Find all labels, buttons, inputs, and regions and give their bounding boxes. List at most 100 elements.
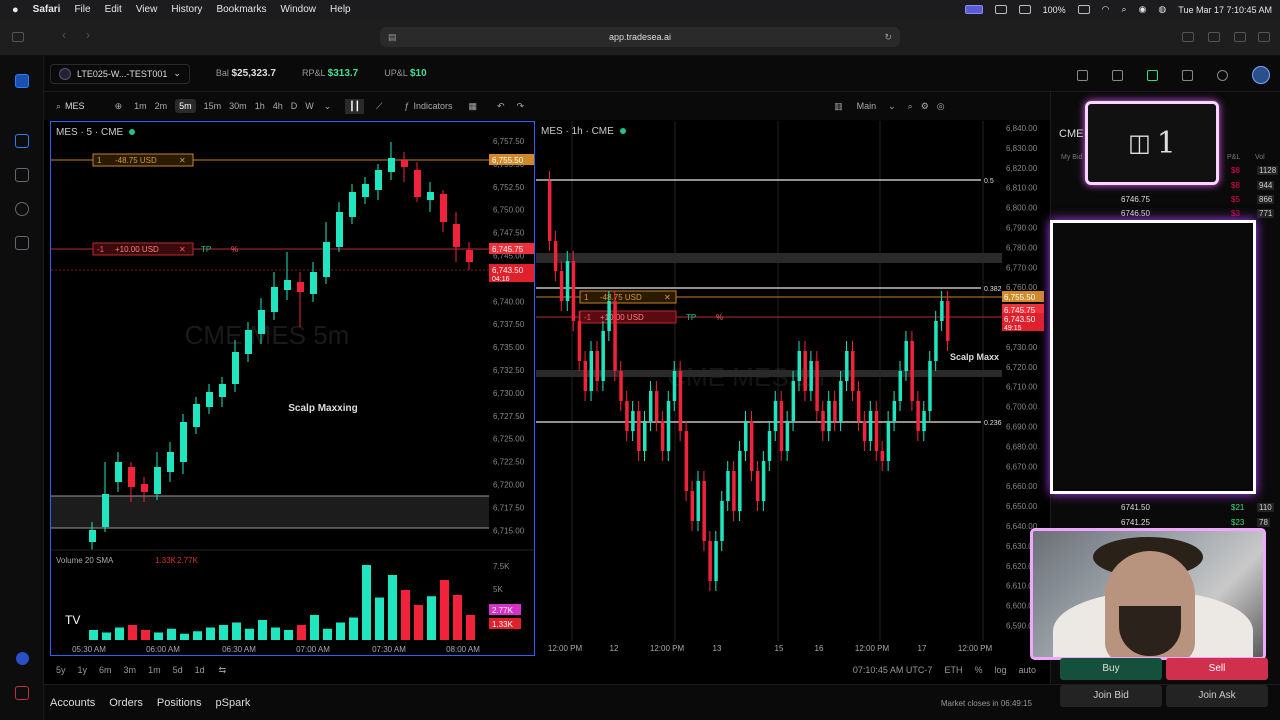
layout-selector[interactable]: Main [857,101,877,111]
tabs-icon[interactable] [1258,32,1270,42]
menu-history[interactable]: History [171,4,202,15]
chart-5m-canvas[interactable]: CME MES 5m 6,757.50 6,755.50 6,752.50 6,750.… [51,122,535,656]
interval-w[interactable]: W [305,101,314,111]
share-icon[interactable] [1182,32,1194,42]
drawing-icon[interactable] [15,168,29,182]
menu-bookmarks[interactable]: Bookmarks [216,4,266,15]
back-icon[interactable]: ‹ [62,28,74,42]
templates-icon[interactable]: ▦ [468,101,477,112]
indicators-button[interactable]: Indicators [413,101,452,111]
live-dot-icon [619,128,626,135]
menu-file[interactable]: File [74,4,90,15]
tab-overview-icon[interactable] [1234,32,1246,42]
session-toggle[interactable]: ETH [944,665,962,675]
play-icon[interactable] [1018,5,1031,14]
buy-button[interactable]: Buy [1060,658,1162,680]
range-1d[interactable]: 1d [195,665,205,675]
chart-settings-icon[interactable]: ⚙ [921,101,929,112]
tab-pspark[interactable]: pSpark [216,697,251,709]
menubar-clock[interactable]: Tue Mar 17 7:10:45 AM [1178,5,1272,15]
interval-1m[interactable]: 1m [134,101,147,111]
chart-1h[interactable]: CME MES 1h6,840.006,830.006,820.006,810.… [536,121,1046,656]
wifi-icon[interactable]: ◠ [1102,4,1110,15]
join-bid-button[interactable]: Join Bid [1060,685,1162,707]
range-6m[interactable]: 6m [99,665,112,675]
line-style-icon[interactable]: ⟋ [376,101,382,112]
sliders-icon[interactable] [1077,69,1088,81]
help-icon[interactable] [1217,69,1228,81]
account-selector[interactable]: LTE025-W...-TEST001 ⌄ [50,63,190,84]
range-3m[interactable]: 3m [124,665,137,675]
volume-bar [310,615,319,640]
interval-d[interactable]: D [291,101,298,111]
menu-app-name[interactable]: Safari [33,4,61,15]
interval-30m[interactable]: 30m [229,101,247,111]
user-avatar[interactable] [16,652,29,665]
siri-icon[interactable]: ◍ [1158,4,1166,15]
undo-icon[interactable]: ↶ [497,101,505,112]
control-center-icon[interactable]: ◉ [1139,4,1147,15]
interval-1h[interactable]: 1h [255,101,265,111]
screen-record-icon[interactable] [964,5,983,14]
redo-icon[interactable]: ↷ [517,101,525,112]
reader-icon[interactable]: ▤ [388,27,397,47]
tab-accounts[interactable]: Accounts [50,697,95,709]
interval-dropdown-icon[interactable]: ⌄ [324,101,332,112]
lock-icon[interactable] [1112,69,1123,81]
menu-window[interactable]: Window [280,4,316,15]
range-5d[interactable]: 5d [173,665,183,675]
camera-icon[interactable] [994,5,1007,14]
tab-orders[interactable]: Orders [109,697,143,709]
candles-icon[interactable]: ┃┃ [345,98,365,114]
apple-icon[interactable]: ● [12,4,19,16]
chart-layout-icon[interactable] [15,134,29,148]
price-axis-label: 6,730.00 [493,389,525,398]
dom-row[interactable]: 6746.75 $5 866 [1051,195,1280,209]
profile-avatar[interactable] [1252,66,1270,84]
auto-toggle[interactable]: auto [1018,665,1036,675]
indicators-icon[interactable]: ƒ [404,101,409,111]
interval-5m[interactable]: 5m [175,99,196,113]
interval-15m[interactable]: 15m [204,101,222,111]
log-toggle[interactable]: log [994,665,1006,675]
menu-edit[interactable]: Edit [105,4,122,15]
menu-view[interactable]: View [136,4,158,15]
symbol-input[interactable]: MES [65,101,85,111]
layout-dropdown-icon[interactable]: ⌄ [888,101,896,112]
add-symbol-icon[interactable]: ⊕ [115,101,123,112]
menu-help[interactable]: Help [330,4,351,15]
sidebar-toggle-icon[interactable] [12,32,24,42]
connection-icon[interactable] [1147,69,1158,81]
zoom-icon[interactable]: ⌕ [908,101,913,112]
range-1y[interactable]: 1y [78,665,88,675]
dom-row[interactable]: 6741.50 $21 110 [1051,503,1280,517]
sell-button[interactable]: Sell [1166,658,1268,680]
layout-icon[interactable]: ▥ [834,101,843,112]
percent-toggle[interactable]: % [974,665,982,675]
interval-2m[interactable]: 2m [155,101,168,111]
symbol-search-icon[interactable]: ⌕ [56,101,61,112]
screenshot-icon[interactable]: ◎ [937,101,945,112]
tab-positions[interactable]: Positions [157,697,202,709]
search-icon[interactable]: ⌕ [1122,4,1127,15]
new-tab-icon[interactable] [1208,32,1220,42]
time-axis-label: 12:00 PM [650,644,685,653]
date-range-icon[interactable]: ⇆ [219,665,227,676]
address-bar[interactable]: ▤ app.tradesea.ai ↻ [380,27,900,47]
chart-clock[interactable]: 07:10:45 AM UTC-7 [853,665,933,675]
interval-4h[interactable]: 4h [273,101,283,111]
app-logo-icon[interactable] [15,74,29,88]
settings-icon[interactable] [15,202,29,216]
candle-body [726,471,730,501]
notes-icon[interactable] [15,236,29,250]
battery-icon[interactable] [1077,5,1090,14]
chart-1h-canvas[interactable]: CME MES 1h6,840.006,830.006,820.006,810.… [536,121,1046,656]
reload-icon[interactable]: ↻ [884,27,892,47]
forward-icon[interactable]: › [86,28,98,42]
gear-icon[interactable] [1182,69,1193,81]
range-5y[interactable]: 5y [56,665,66,675]
range-1m[interactable]: 1m [148,665,161,675]
chart-5m[interactable]: CME MES 5m 6,757.50 6,755.50 6,752.50 6,750.… [50,121,535,656]
logout-icon[interactable] [15,686,29,700]
join-ask-button[interactable]: Join Ask [1166,685,1268,707]
